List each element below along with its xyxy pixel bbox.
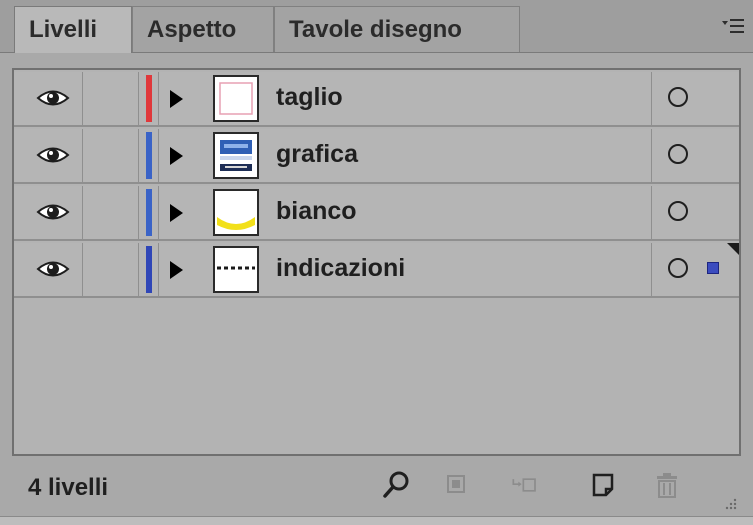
column-divider <box>651 129 652 182</box>
tab-livelli[interactable]: Livelli <box>14 6 132 53</box>
trim-outline-icon <box>213 75 259 122</box>
target-circle-icon[interactable] <box>668 258 688 278</box>
target-circle-icon[interactable] <box>668 201 688 221</box>
layer-row-indicazioni[interactable]: indicazioni <box>14 243 739 298</box>
new-layer-icon[interactable] <box>588 470 618 500</box>
visibility-eye-icon[interactable] <box>36 144 70 166</box>
tab-label: Livelli <box>29 16 98 43</box>
tab-label: Tavole disegno <box>289 15 462 43</box>
current-layer-indicator-icon <box>727 243 739 255</box>
expand-arrow-icon[interactable] <box>170 90 183 108</box>
column-divider <box>138 243 139 296</box>
layer-count: 4 livelli <box>28 474 109 501</box>
tab-tavole-disegno[interactable]: Tavole disegno <box>274 6 520 52</box>
tab-aspetto[interactable]: Aspetto <box>132 6 274 52</box>
graphic-artwork-icon <box>213 132 259 179</box>
white-layer-yellow-arc-icon <box>213 189 259 236</box>
column-divider <box>82 72 83 125</box>
expand-arrow-icon[interactable] <box>170 261 183 279</box>
column-divider <box>158 243 159 296</box>
layer-row-grafica[interactable]: grafica <box>14 129 739 184</box>
dashed-line-icon <box>213 246 259 293</box>
layer-name[interactable]: indicazioni <box>276 254 405 283</box>
resize-grip-icon[interactable] <box>721 494 737 510</box>
column-divider <box>158 72 159 125</box>
layer-color-bar <box>146 75 152 122</box>
layer-color-bar <box>146 246 152 293</box>
column-divider <box>138 129 139 182</box>
expand-arrow-icon[interactable] <box>170 147 183 165</box>
target-circle-icon[interactable] <box>668 144 688 164</box>
column-divider <box>651 186 652 239</box>
panel-menu-icon[interactable] <box>721 14 745 38</box>
column-divider <box>82 243 83 296</box>
visibility-eye-icon[interactable] <box>36 258 70 280</box>
create-sublayer-icon[interactable] <box>510 470 540 500</box>
column-divider <box>82 129 83 182</box>
target-circle-icon[interactable] <box>668 87 688 107</box>
column-divider <box>158 186 159 239</box>
column-divider <box>651 72 652 125</box>
column-divider <box>651 243 652 296</box>
selection-square-icon[interactable] <box>707 262 719 274</box>
layers-list: taglio grafica bianco indicazioni <box>12 68 741 456</box>
layer-color-bar <box>146 189 152 236</box>
empty-list-area <box>14 300 739 454</box>
visibility-eye-icon[interactable] <box>36 87 70 109</box>
column-divider <box>82 186 83 239</box>
column-divider <box>138 186 139 239</box>
layer-name[interactable]: bianco <box>276 197 357 226</box>
layer-name[interactable]: taglio <box>276 83 343 112</box>
make-clipping-mask-icon[interactable] <box>442 470 472 500</box>
column-divider <box>158 129 159 182</box>
panel-footer: 4 livelli <box>12 456 741 516</box>
layer-name[interactable]: grafica <box>276 140 358 169</box>
locate-object-icon[interactable] <box>382 470 412 500</box>
visibility-eye-icon[interactable] <box>36 201 70 223</box>
tab-label: Aspetto <box>147 15 237 43</box>
panel-tab-bar: Livelli Aspetto Tavole disegno <box>0 0 753 53</box>
column-divider <box>138 72 139 125</box>
layer-color-bar <box>146 132 152 179</box>
expand-arrow-icon[interactable] <box>170 204 183 222</box>
delete-layer-icon[interactable] <box>652 470 682 500</box>
layer-row-bianco[interactable]: bianco <box>14 186 739 241</box>
layer-row-taglio[interactable]: taglio <box>14 72 739 127</box>
